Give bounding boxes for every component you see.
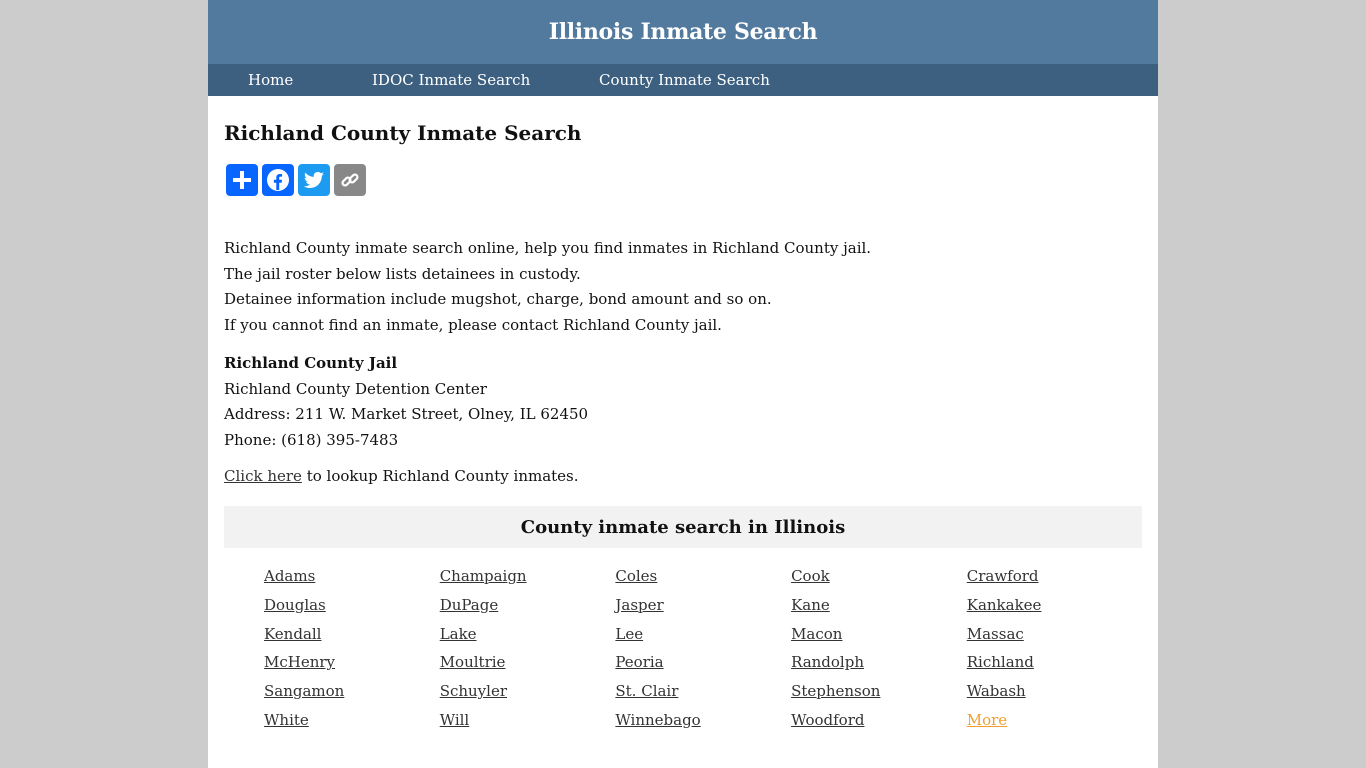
more-counties-link[interactable]: More	[967, 711, 1007, 729]
county-link[interactable]: White	[264, 711, 309, 729]
county-cell: Randolph	[791, 652, 967, 681]
main-nav: Home IDOC Inmate Search County Inmate Se…	[208, 64, 1158, 96]
county-link[interactable]: Champaign	[440, 567, 527, 585]
county-cell: Kane	[791, 595, 967, 624]
county-link[interactable]: Lake	[440, 625, 477, 643]
site-header: Illinois Inmate Search	[208, 0, 1158, 64]
intro-line: Richland County inmate search online, he…	[224, 239, 872, 257]
county-link[interactable]: Stephenson	[791, 682, 880, 700]
county-cell: Sangamon	[264, 681, 440, 710]
county-link[interactable]: Randolph	[791, 653, 864, 671]
county-cell: Moultrie	[440, 652, 616, 681]
county-link[interactable]: Massac	[967, 625, 1024, 643]
county-cell: Kankakee	[967, 595, 1143, 624]
county-link[interactable]: Moultrie	[440, 653, 506, 671]
county-link[interactable]: Jasper	[615, 596, 663, 614]
nav-home[interactable]: Home	[248, 71, 293, 89]
county-cell: Kendall	[264, 624, 440, 653]
intro-line: Detainee information include mugshot, ch…	[224, 290, 772, 309]
share-button[interactable]	[226, 164, 258, 196]
county-cell: Macon	[791, 624, 967, 653]
county-cell: Woodford	[791, 710, 967, 739]
county-section-title: County inmate search in Illinois	[520, 516, 846, 538]
county-cell: Champaign	[440, 566, 616, 595]
county-link[interactable]: Wabash	[967, 682, 1026, 700]
county-link[interactable]: Sangamon	[264, 682, 344, 700]
intro-text: Richland County inmate search online, he…	[224, 236, 871, 339]
page-container: Illinois Inmate Search Home IDOC Inmate …	[208, 0, 1158, 768]
lookup-text: to lookup Richland County inmates.	[301, 467, 579, 485]
county-cell: Lake	[440, 624, 616, 653]
county-link[interactable]: Coles	[615, 567, 657, 585]
county-link[interactable]: McHenry	[264, 653, 335, 671]
lookup-line: Click here to lookup Richland County inm…	[224, 467, 579, 485]
county-link[interactable]: Richland	[967, 653, 1034, 671]
nav-county-inmate-search[interactable]: County Inmate Search	[599, 71, 770, 89]
county-cell: Stephenson	[791, 681, 967, 710]
site-title[interactable]: Illinois Inmate Search	[549, 19, 818, 45]
plus-icon	[233, 171, 251, 189]
county-cell: Massac	[967, 624, 1143, 653]
county-link[interactable]: Lee	[615, 625, 643, 643]
jail-address: Address: 211 W. Market Street, Olney, IL…	[224, 405, 589, 424]
county-cell: Jasper	[615, 595, 791, 624]
county-link[interactable]: St. Clair	[615, 682, 678, 700]
county-cell: Will	[440, 710, 616, 739]
county-cell: Coles	[615, 566, 791, 595]
nav-idoc-inmate-search[interactable]: IDOC Inmate Search	[372, 71, 530, 89]
jail-phone: Phone: (618) 395-7483	[224, 431, 399, 450]
county-cell: McHenry	[264, 652, 440, 681]
jail-name: Richland County Jail	[224, 354, 398, 372]
county-link[interactable]: Kendall	[264, 625, 321, 643]
twitter-icon	[303, 171, 324, 188]
county-link[interactable]: Woodford	[791, 711, 864, 729]
county-cell: Lee	[615, 624, 791, 653]
county-link[interactable]: Crawford	[967, 567, 1039, 585]
county-cell: St. Clair	[615, 681, 791, 710]
county-link[interactable]: Kane	[791, 596, 830, 614]
jail-info: Richland County Jail Richland County Det…	[224, 351, 588, 454]
county-links-grid: Adams Champaign Coles Cook Crawford Douglas Du…	[264, 566, 1142, 739]
facebook-icon	[267, 169, 289, 191]
county-cell: Cook	[791, 566, 967, 595]
county-cell: Peoria	[615, 652, 791, 681]
county-link[interactable]: Schuyler	[440, 682, 507, 700]
county-link[interactable]: Peoria	[615, 653, 663, 671]
county-cell: Richland	[967, 652, 1143, 681]
county-link[interactable]: Macon	[791, 625, 842, 643]
county-link[interactable]: Douglas	[264, 596, 326, 614]
intro-line: If you cannot find an inmate, please con…	[224, 316, 722, 335]
county-link[interactable]: Winnebago	[615, 711, 700, 729]
county-cell: DuPage	[440, 595, 616, 624]
copy-link-button[interactable]	[334, 164, 366, 196]
intro-line: The jail roster below lists detainees in…	[224, 264, 581, 283]
county-link[interactable]: DuPage	[440, 596, 499, 614]
county-link[interactable]: Kankakee	[967, 596, 1042, 614]
county-cell: Schuyler	[440, 681, 616, 710]
county-section-header: County inmate search in Illinois	[224, 506, 1142, 548]
county-link[interactable]: Cook	[791, 567, 830, 585]
page-title: Richland County Inmate Search	[224, 121, 582, 145]
twitter-share-button[interactable]	[298, 164, 330, 196]
link-icon	[341, 173, 359, 187]
lookup-link[interactable]: Click here	[224, 467, 302, 485]
county-cell: Douglas	[264, 595, 440, 624]
county-cell: More	[967, 710, 1143, 739]
county-link[interactable]: Adams	[264, 567, 315, 585]
county-cell: Wabash	[967, 681, 1143, 710]
county-cell: Winnebago	[615, 710, 791, 739]
facebook-share-button[interactable]	[262, 164, 294, 196]
share-buttons	[226, 164, 366, 196]
jail-facility: Richland County Detention Center	[224, 379, 487, 398]
county-cell: White	[264, 710, 440, 739]
county-cell: Adams	[264, 566, 440, 595]
county-link[interactable]: Will	[440, 711, 470, 729]
county-cell: Crawford	[967, 566, 1143, 595]
